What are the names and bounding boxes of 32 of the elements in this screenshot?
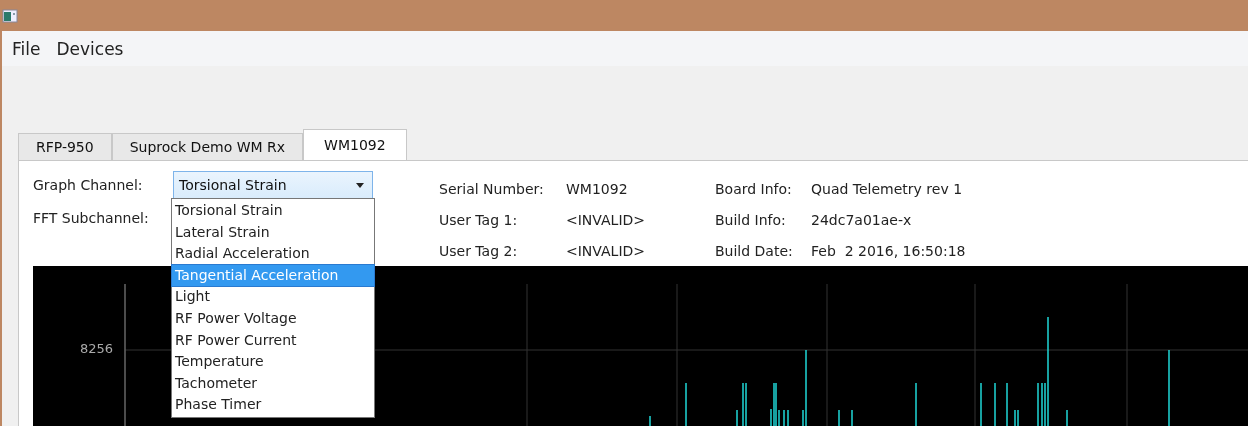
caret-icon bbox=[356, 182, 364, 188]
menu-item[interactable]: Devices bbox=[50, 36, 130, 61]
app-icon bbox=[2, 7, 18, 24]
info-label: User Tag 1: bbox=[439, 212, 519, 228]
info-label: Serial Number: bbox=[439, 181, 545, 197]
info-value: <INVALID> bbox=[566, 243, 646, 259]
info-label: User Tag 2: bbox=[439, 243, 519, 259]
info-value: Feb 2 2016, 16:50:18 bbox=[811, 243, 966, 259]
dropdown-option[interactable]: RF Power Current bbox=[172, 329, 374, 352]
field-label: FFT Subchannel: bbox=[33, 210, 150, 226]
info-value: Quad Telemetry rev 1 bbox=[811, 181, 963, 197]
info-value: 24dc7a01ae-x bbox=[811, 212, 912, 228]
dropdown-option[interactable]: Tachometer bbox=[172, 372, 374, 395]
channel-dropdown[interactable]: Torsional Strain bbox=[173, 171, 373, 199]
dropdown-option[interactable]: Light bbox=[172, 286, 374, 308]
dropdown-option[interactable]: Radial Acceleration bbox=[172, 243, 374, 265]
field-label: Graph Channel: bbox=[33, 177, 144, 193]
tab[interactable]: Suprock Demo WM Rx bbox=[111, 133, 304, 160]
info-label: Build Date: bbox=[715, 243, 794, 259]
info-label: Board Info: bbox=[715, 181, 793, 197]
info-value: <INVALID> bbox=[566, 212, 646, 228]
tab[interactable]: WM1092 bbox=[303, 129, 407, 160]
dropdown-option[interactable]: Phase Timer bbox=[172, 394, 374, 416]
info-value: WM1092 bbox=[566, 181, 628, 197]
dropdown-option[interactable]: RF Power Voltage bbox=[172, 307, 374, 330]
dropdown-option[interactable]: Lateral Strain bbox=[172, 221, 374, 244]
dropdown-option[interactable]: Temperature bbox=[172, 351, 374, 373]
axis-tick-label: 8256 bbox=[80, 341, 114, 356]
info-label: Build Info: bbox=[715, 212, 787, 228]
dropdown-option[interactable]: Torsional Strain bbox=[172, 200, 374, 222]
tab[interactable]: RFP-950 bbox=[18, 133, 112, 160]
menu-item[interactable]: File bbox=[6, 36, 47, 61]
